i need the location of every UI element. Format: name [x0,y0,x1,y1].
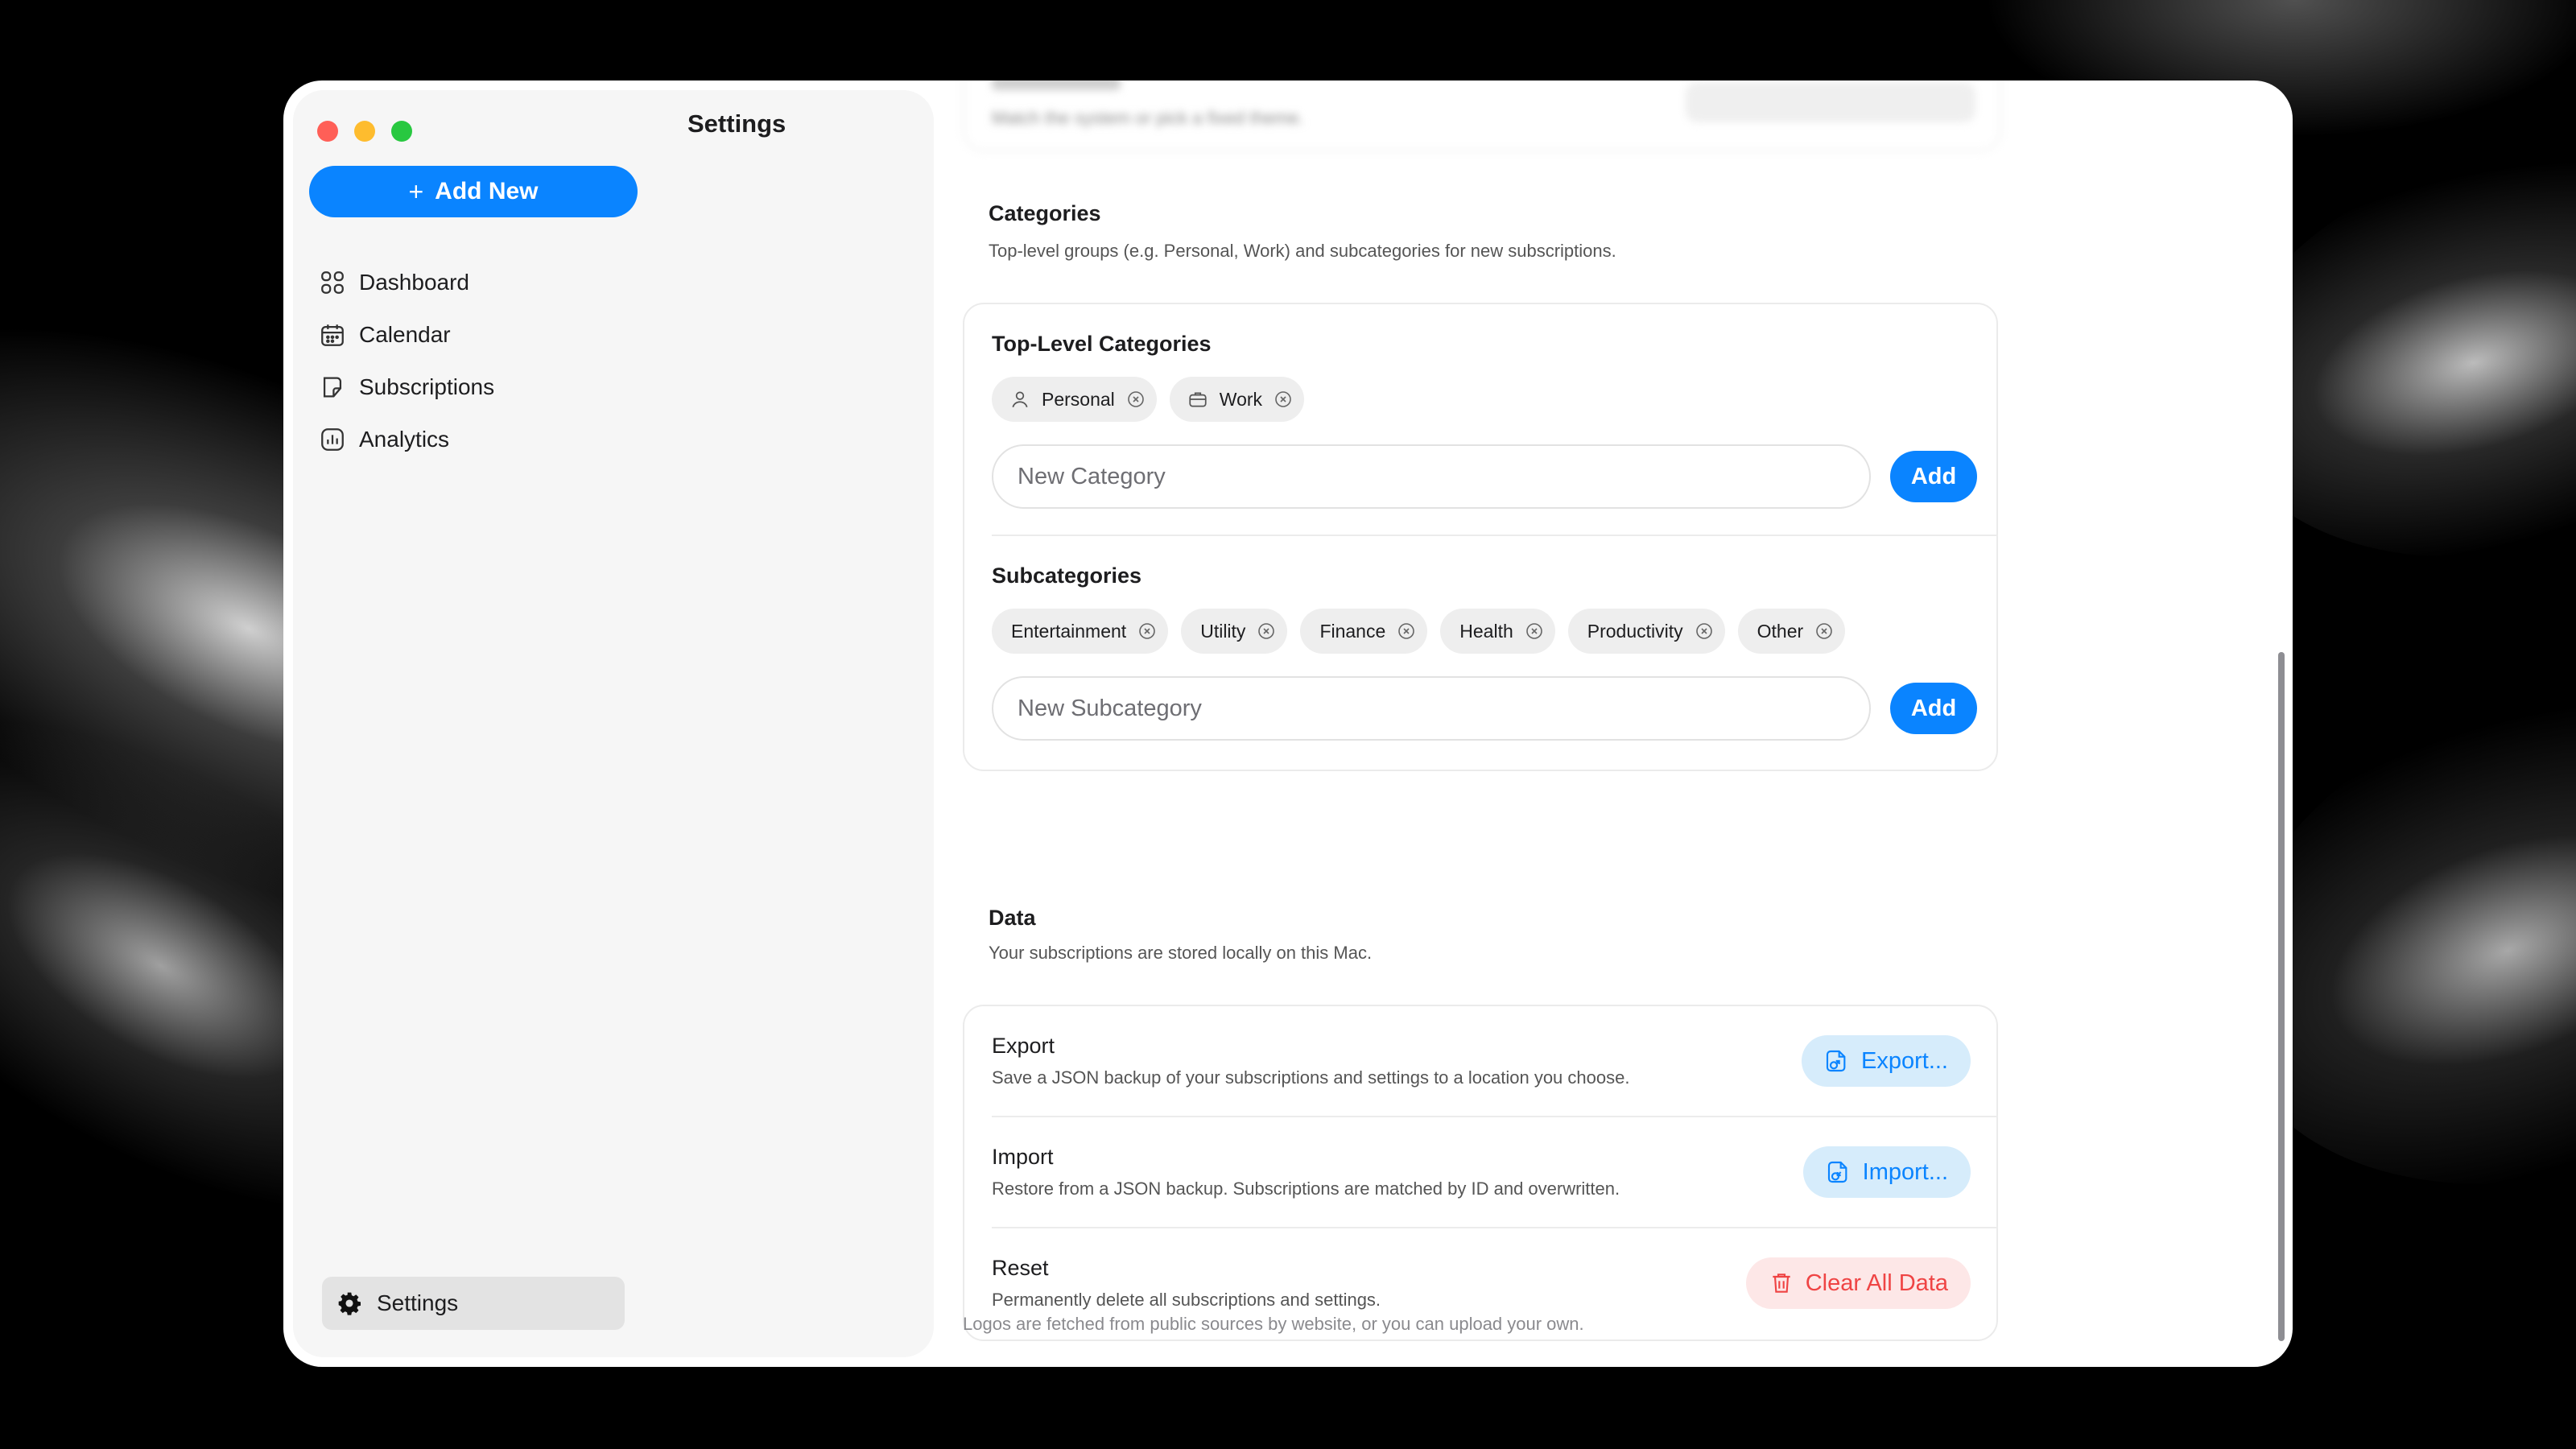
top-level-categories-title: Top-Level Categories [992,332,1212,356]
chip-entertainment: Entertainment [992,609,1169,654]
categories-title: Categories [989,201,1101,225]
document-import-icon [1827,1161,1847,1183]
subcategory-chips: Entertainment Utility Finance Health Pro… [992,609,1846,654]
export-button[interactable]: Export... [1802,1035,1971,1087]
sidebar-item-label: Subscriptions [359,374,495,399]
sidebar-item-label: Calendar [359,321,451,347]
add-subcategory-button[interactable]: Add [1890,683,1977,734]
categories-description: Top-level groups (e.g. Personal, Work) a… [989,241,1616,261]
remove-chip-icon[interactable] [1257,621,1276,641]
remove-chip-icon[interactable] [1397,621,1416,641]
data-title: Data [989,906,1036,930]
page-title: Settings [687,109,786,138]
chip-label: Other [1757,620,1804,642]
briefcase-icon [1187,389,1208,410]
close-window-button[interactable] [317,121,338,142]
settings-content: Match the system or pick a fixed theme. … [963,80,2122,1367]
chip-label: Personal [1042,388,1115,410]
appearance-description: Match the system or pick a fixed theme. [992,108,1304,128]
clear-all-data-label: Clear All Data [1805,1269,1948,1296]
add-new-button[interactable]: + Add New [309,166,638,217]
sidebar-item-label: Dashboard [359,269,469,295]
sidebar-item-dashboard[interactable]: Dashboard [319,256,494,308]
remove-chip-icon[interactable] [1126,390,1146,409]
person-icon [1009,389,1030,410]
data-description: Your subscriptions are stored locally on… [989,943,1373,963]
row-divider [992,1227,1996,1228]
chip-finance: Finance [1300,609,1428,654]
subscriptions-icon [323,377,342,397]
import-title: Import [992,1145,1054,1169]
sidebar-item-calendar[interactable]: Calendar [319,308,494,361]
remove-chip-icon[interactable] [1274,390,1293,409]
appearance-card: Match the system or pick a fixed theme. [963,80,2001,151]
chip-other: Other [1737,609,1846,654]
chip-utility: Utility [1181,609,1288,654]
reset-title: Reset [992,1256,1049,1280]
add-new-label: Add New [435,178,539,204]
row-divider [992,1116,1996,1117]
document-export-icon [1826,1050,1846,1072]
chip-label: Productivity [1587,620,1683,642]
chip-label: Utility [1200,620,1246,642]
add-category-button[interactable]: Add [1890,451,1977,502]
sidebar-item-settings[interactable]: Settings [322,1277,625,1330]
sidebar-item-label: Analytics [359,426,450,452]
chip-label: Health [1459,620,1513,642]
chip-health: Health [1440,609,1555,654]
analytics-icon [321,427,344,451]
chip-label: Work [1219,388,1263,410]
scrollbar-thumb[interactable] [2278,652,2285,1341]
sidebar: + Add New Dashboard Calendar Subscriptio… [293,90,934,1357]
calendar-icon [321,324,344,346]
chip-personal: Personal [992,377,1157,422]
subcategories-title: Subcategories [992,564,1142,588]
remove-chip-icon[interactable] [1695,621,1714,641]
dashboard-icon [321,270,344,294]
plus-icon: + [408,176,424,206]
section-divider [992,535,1996,536]
appearance-title-placeholder [992,80,1121,90]
zoom-window-button[interactable] [391,121,412,142]
sidebar-item-label: Settings [377,1290,459,1315]
categories-card: Top-Level Categories Personal Work New C… [963,303,1998,771]
window-controls [317,121,412,142]
remove-chip-icon[interactable] [1137,621,1157,641]
sidebar-item-subscriptions[interactable]: Subscriptions [319,361,494,413]
chip-work: Work [1169,377,1305,422]
theme-segmented-control[interactable] [1686,82,1975,122]
import-description: Restore from a JSON backup. Subscription… [992,1179,1620,1199]
top-level-chips: Personal Work [992,377,1305,422]
chip-label: Finance [1319,620,1386,642]
clear-all-data-button[interactable]: Clear All Data [1745,1257,1971,1309]
export-title: Export [992,1034,1055,1058]
import-button[interactable]: Import... [1802,1146,1971,1198]
minimize-window-button[interactable] [354,121,375,142]
export-description: Save a JSON backup of your subscriptions… [992,1067,1630,1088]
sidebar-item-analytics[interactable]: Analytics [319,413,494,465]
footnote: Logos are fetched from public sources by… [963,1314,1584,1334]
app-window: + Add New Dashboard Calendar Subscriptio… [283,80,2293,1367]
remove-chip-icon[interactable] [1814,621,1834,641]
chip-productivity: Productivity [1567,609,1725,654]
reset-description: Permanently delete all subscriptions and… [992,1290,1381,1310]
new-subcategory-input[interactable]: New Subcategory [992,676,1871,741]
gear-icon [338,1292,361,1315]
trash-icon [1773,1274,1790,1293]
import-button-label: Import... [1862,1158,1948,1185]
new-category-input[interactable]: New Category [992,444,1871,509]
chip-label: Entertainment [1011,620,1127,642]
data-card: Export Save a JSON backup of your subscr… [963,1005,1998,1341]
export-button-label: Export... [1861,1047,1948,1074]
sidebar-nav: Dashboard Calendar Subscriptions Analyti… [319,256,494,465]
remove-chip-icon[interactable] [1525,621,1544,641]
